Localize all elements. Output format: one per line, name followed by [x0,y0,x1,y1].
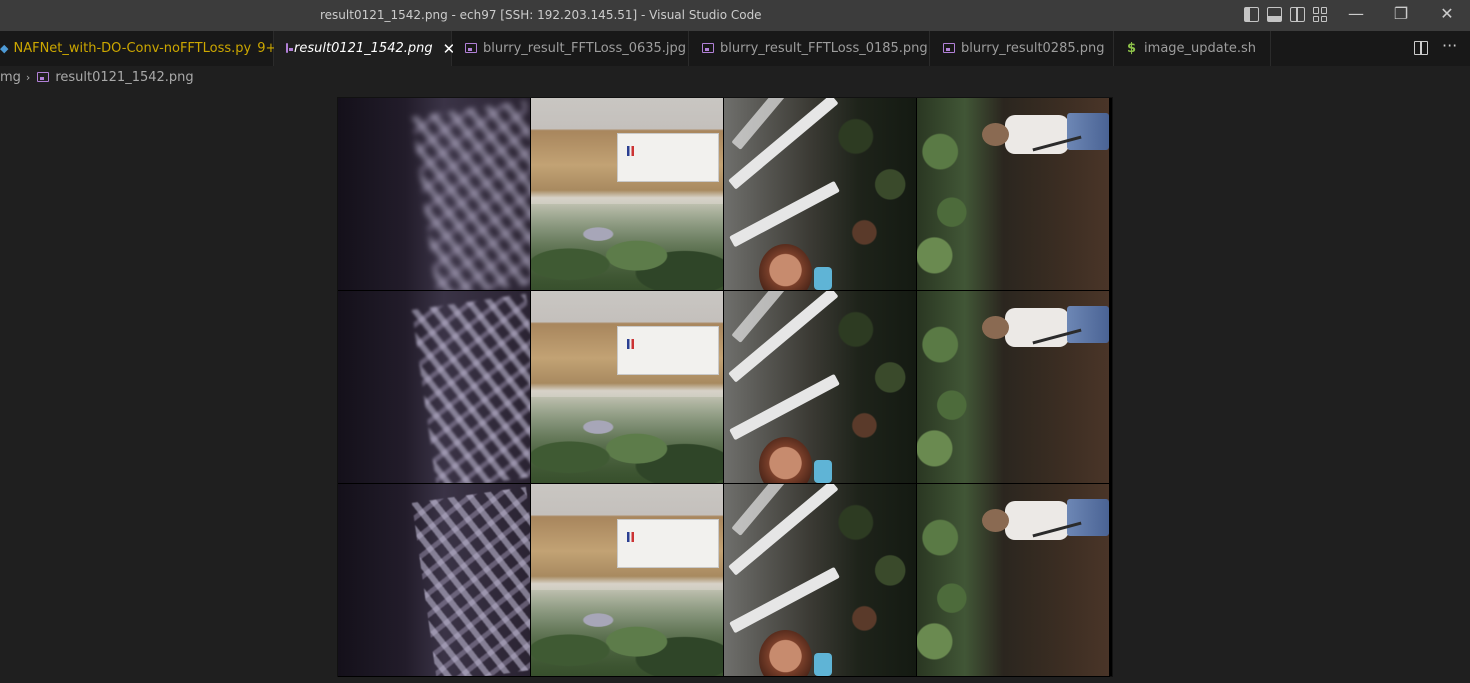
tab-label: blurry_result0285.png [961,41,1105,56]
image-file-icon [702,42,714,53]
image-tile-lattice-blurry [338,98,531,291]
chevron-right-icon: › [25,70,31,84]
tab-label: result0121_1542.png [294,41,433,56]
image-tile-sign-board [531,291,724,484]
image-preview[interactable] [337,97,1113,677]
image-tile-lattice-sharp [338,484,531,677]
breadcrumb-folder[interactable]: mg [0,70,21,85]
tab-label: blurry_result_FFTLoss_0635.jpg [483,41,687,56]
toggle-secondary-sidebar-icon[interactable] [1290,7,1305,22]
image-tile-sign-board [531,98,724,291]
image-file-icon [286,42,293,53]
image-tile-slats-face [724,98,917,291]
image-tile-sign-board [531,484,724,677]
tab-blurry-fftloss-0635[interactable]: blurry_result_FFTLoss_0635.jpg [453,31,689,66]
editor-actions: ··· [1414,38,1457,55]
more-actions-icon[interactable]: ··· [1442,38,1457,55]
window-title: result0121_1542.png - ech97 [SSH: 192.20… [320,8,762,22]
customize-layout-icon[interactable] [1313,7,1328,22]
tab-image-update-sh[interactable]: $ image_update.sh [1115,31,1271,66]
shell-file-icon: $ [1127,41,1137,56]
toggle-primary-sidebar-icon[interactable] [1244,7,1259,22]
tab-blurry-result0285[interactable]: blurry_result0285.png [931,31,1114,66]
tab-blurry-fftloss-0185[interactable]: blurry_result_FFTLoss_0185.png [690,31,930,66]
image-tile-person-foliage [917,98,1110,291]
image-tile-person-foliage [917,484,1110,677]
image-file-icon [465,42,477,53]
breadcrumb: mg › result0121_1542.png [0,67,194,87]
tab-label: image_update.sh [1144,41,1256,56]
breadcrumb-file[interactable]: result0121_1542.png [55,70,193,85]
toggle-panel-icon[interactable] [1267,7,1282,22]
editor-tab-bar: ◆ NAFNet_with-DO-Conv-noFFTLoss.py 9+ re… [0,31,1470,66]
tab-label: NAFNet_with-DO-Conv-noFFTLoss.py [13,41,252,56]
tab-result0121-png[interactable]: result0121_1542.png ✕ [274,31,455,66]
image-file-icon [943,42,955,53]
image-tile-slats-face [724,291,917,484]
restore-button[interactable]: ❐ [1381,4,1421,23]
split-editor-icon[interactable] [1414,41,1428,55]
tab-label: blurry_result_FFTLoss_0185.png [720,41,928,56]
minimize-button[interactable]: — [1336,4,1376,23]
image-file-icon [37,72,50,82]
python-file-icon: ◆ [0,42,9,55]
image-tile-person-foliage [917,291,1110,484]
close-window-button[interactable]: ✕ [1427,4,1467,23]
tab-nafnet-py[interactable]: ◆ NAFNet_with-DO-Conv-noFFTLoss.py 9+ [0,31,276,66]
image-tile-lattice-restored [338,291,531,484]
image-tile-slats-face [724,484,917,677]
layout-controls [1244,7,1328,22]
title-bar: result0121_1542.png - ech97 [SSH: 192.20… [0,0,1470,31]
